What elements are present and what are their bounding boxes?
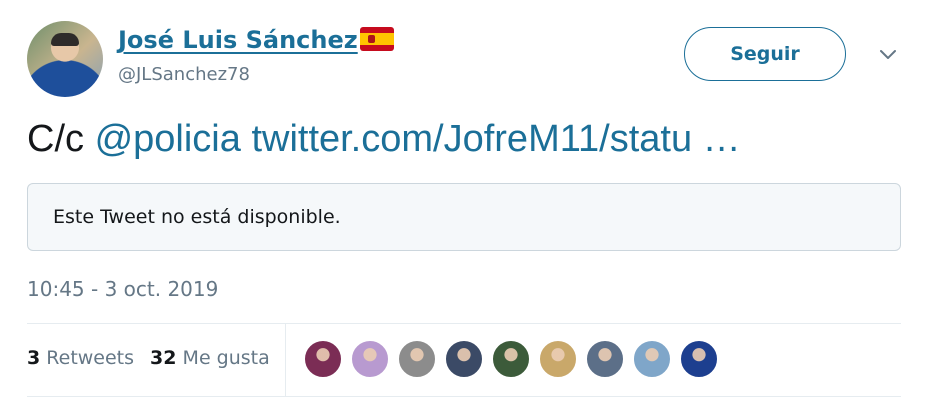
- mention-link[interactable]: @policia: [95, 118, 241, 160]
- divider: [285, 323, 286, 396]
- follow-button[interactable]: Seguir: [684, 27, 846, 81]
- tweet-timestamp[interactable]: 10:45 - 3 oct. 2019: [27, 277, 218, 301]
- likes-count: 32: [150, 347, 177, 369]
- spain-flag-icon: [360, 27, 394, 51]
- liker-avatar-2[interactable]: [351, 340, 389, 378]
- likers-avatars: [304, 340, 718, 378]
- likes-stat[interactable]: 32 Me gusta: [150, 347, 270, 369]
- author-name[interactable]: José Luis Sánchez: [118, 26, 358, 54]
- tweet-stats: 3 Retweets 32 Me gusta: [27, 347, 270, 369]
- liker-avatar-4[interactable]: [445, 340, 483, 378]
- likes-label: Me gusta: [182, 347, 270, 369]
- liker-avatar-1[interactable]: [304, 340, 342, 378]
- chevron-down-icon[interactable]: [878, 45, 898, 65]
- tweet-text: C/c @policia twitter.com/JofreM11/statu …: [27, 118, 741, 161]
- author-handle[interactable]: @JLSanchez78: [118, 64, 250, 85]
- divider: [27, 323, 901, 324]
- liker-avatar-7[interactable]: [586, 340, 624, 378]
- retweets-label: Retweets: [46, 347, 135, 369]
- tweet-url-link[interactable]: twitter.com/JofreM11/statu …: [251, 118, 740, 160]
- liker-avatar-5[interactable]: [492, 340, 530, 378]
- liker-avatar-3[interactable]: [398, 340, 436, 378]
- quoted-tweet-notice: Este Tweet no está disponible.: [53, 206, 341, 228]
- retweets-stat[interactable]: 3 Retweets: [27, 347, 134, 369]
- quoted-tweet-unavailable: Este Tweet no está disponible.: [27, 183, 901, 251]
- divider: [27, 396, 901, 397]
- tweet-prefix: C/c: [27, 118, 84, 160]
- author-avatar[interactable]: [27, 21, 103, 97]
- liker-avatar-9[interactable]: [680, 340, 718, 378]
- liker-avatar-8[interactable]: [633, 340, 671, 378]
- liker-avatar-6[interactable]: [539, 340, 577, 378]
- retweets-count: 3: [27, 347, 41, 369]
